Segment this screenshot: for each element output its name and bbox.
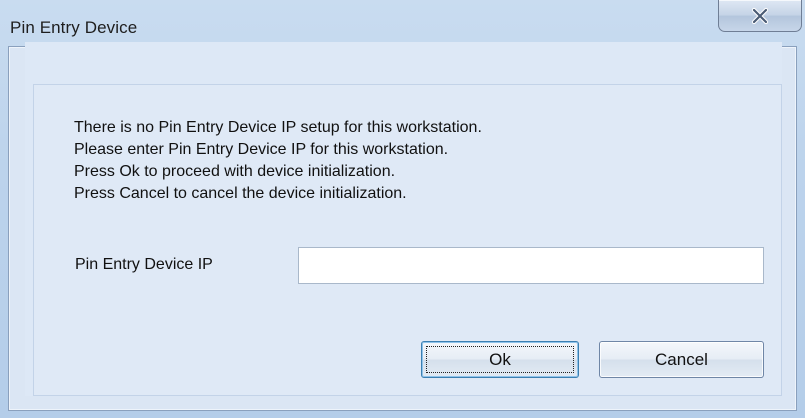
message-line: There is no Pin Entry Device IP setup fo… bbox=[74, 119, 482, 136]
window-title: Pin Entry Device bbox=[10, 18, 138, 37]
message-line: Please enter Pin Entry Device IP for thi… bbox=[74, 141, 449, 158]
ip-label: Pin Entry Device IP bbox=[75, 256, 213, 273]
message-line: Press Cancel to cancel the device initia… bbox=[74, 185, 407, 202]
message-line: Press Ok to proceed with device initiali… bbox=[74, 163, 396, 180]
close-icon bbox=[719, 0, 801, 31]
cancel-button[interactable]: Cancel bbox=[599, 341, 764, 378]
message-text: There is no Pin Entry Device IP setup fo… bbox=[74, 117, 482, 205]
cancel-button-label: Cancel bbox=[655, 349, 708, 369]
close-button[interactable] bbox=[718, 0, 802, 32]
dialog-window: Pin Entry Device There is no Pin Entry D… bbox=[0, 0, 805, 418]
ip-input[interactable] bbox=[298, 247, 764, 284]
ok-button[interactable]: Ok bbox=[421, 341, 579, 378]
ok-button-label: Ok bbox=[489, 349, 511, 369]
